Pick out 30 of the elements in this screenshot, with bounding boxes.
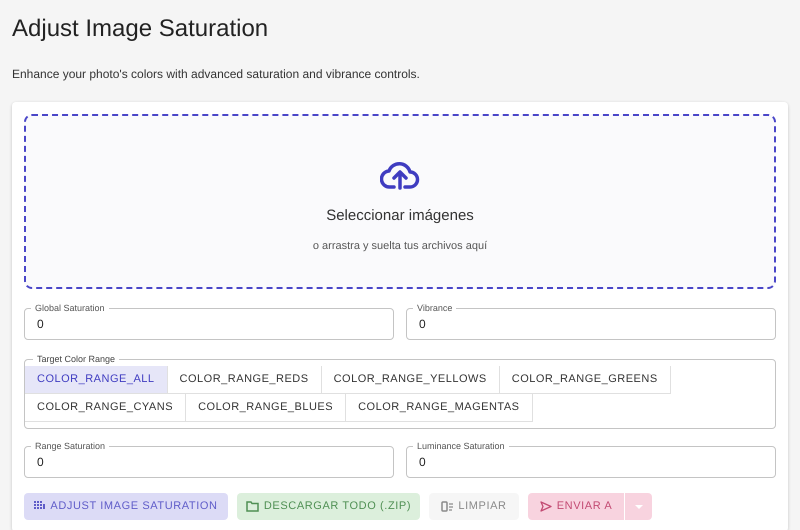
- send-icon: [540, 501, 552, 512]
- page-title: Adjust Image Saturation: [12, 14, 270, 44]
- color-range-toggle[interactable]: COLOR_RANGE_REDS: [168, 366, 322, 394]
- folder-icon: [246, 501, 259, 512]
- field-value: 0: [37, 454, 45, 471]
- field-label: Global Saturation: [34, 303, 106, 313]
- upload-hint: o arrastra y suelta tus archivos aquí: [312, 238, 488, 254]
- page-description: Enhance your photo's colors with advanced saturation and vibrance controls.: [12, 66, 421, 83]
- caret-icon: [634, 504, 642, 508]
- color-range-toggle[interactable]: COLOR_RANGE_MAGENTAS: [346, 394, 532, 422]
- number-field[interactable]: Luminance Saturation 0: [406, 441, 776, 478]
- cloud-upload-icon: [380, 159, 420, 191]
- number-field[interactable]: Global Saturation 0: [24, 303, 394, 340]
- color-range-toggle[interactable]: COLOR_RANGE_ALL: [25, 366, 168, 394]
- field-value: 0: [419, 316, 427, 333]
- field-value: 0: [37, 316, 45, 333]
- upload-heading: Seleccionar imágenes: [326, 206, 474, 226]
- color-range-toggle[interactable]: COLOR_RANGE_GREENS: [500, 366, 671, 394]
- color-range-toggle[interactable]: COLOR_RANGE_CYANS: [25, 394, 186, 422]
- field-value: 0: [419, 454, 427, 471]
- grid-icon: [34, 501, 46, 512]
- field-label: Luminance Saturation: [416, 441, 506, 451]
- color-range-toggle[interactable]: COLOR_RANGE_BLUES: [186, 394, 346, 422]
- number-field[interactable]: Range Saturation 0: [24, 441, 394, 478]
- color-range-toggle[interactable]: COLOR_RANGE_YELLOWS: [322, 366, 500, 394]
- field-label: Vibrance: [416, 303, 454, 313]
- trash-icon: [441, 501, 454, 512]
- field-label: Range Saturation: [34, 441, 106, 451]
- number-field[interactable]: Vibrance 0: [406, 303, 776, 340]
- upload-dropzone[interactable]: Seleccionar imágenes o arrastra y suelta tus archivos aquí: [24, 114, 776, 289]
